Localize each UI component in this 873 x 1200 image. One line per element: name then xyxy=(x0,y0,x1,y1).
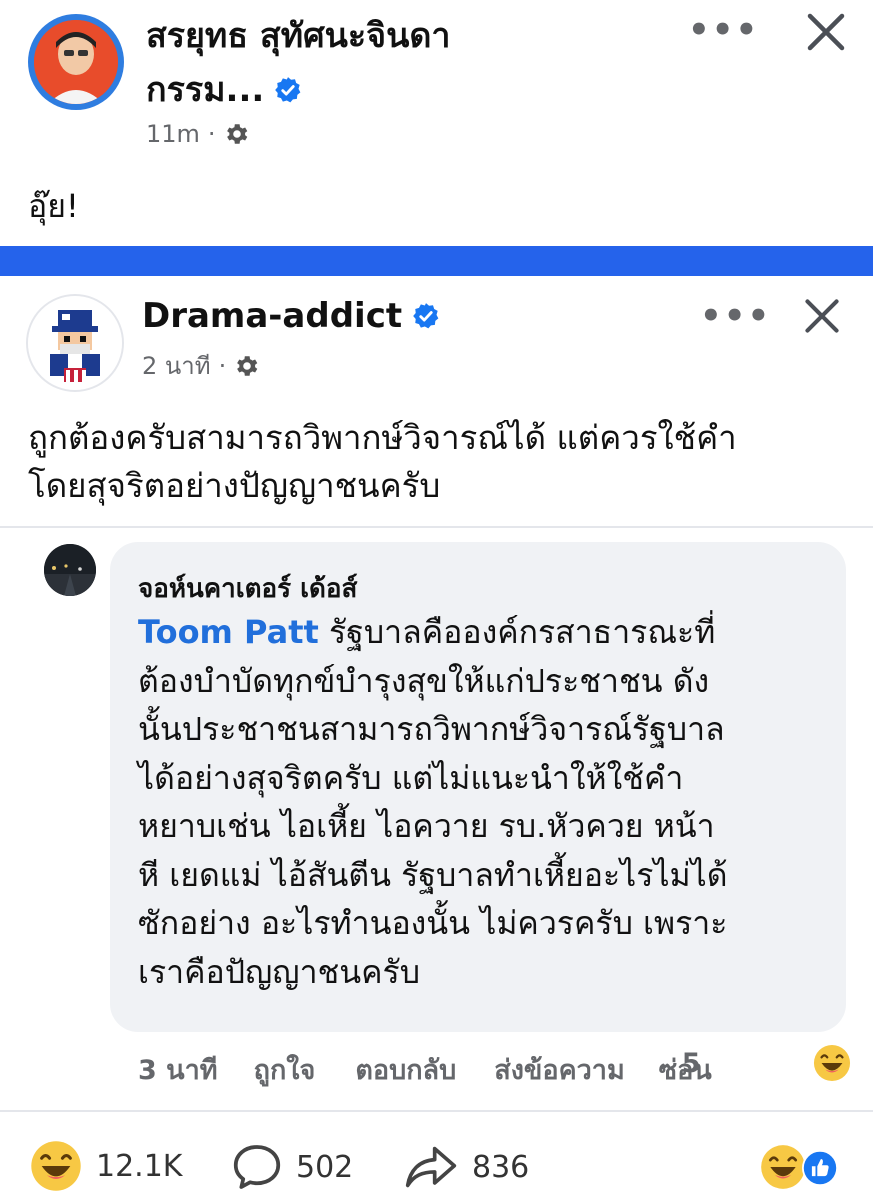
settings-gear-icon xyxy=(237,355,258,376)
meta-separator: · xyxy=(218,351,227,380)
post1-author-name-line2[interactable]: กรรม... xyxy=(146,68,302,112)
comment-send-message-button[interactable]: ส่งข้อความ xyxy=(494,1048,625,1091)
comment-mention-link[interactable]: Toom Patt xyxy=(138,613,319,651)
pixel-uncle-sam-icon xyxy=(28,296,122,390)
reactions-count: 12.1K xyxy=(96,1148,183,1184)
post1-timestamp[interactable]: 11m xyxy=(146,120,200,148)
comment-text: Toom Patt รัฐบาลคือองค์กรสาธารณะที่ ต้อง… xyxy=(138,608,838,996)
haha-reaction-icon xyxy=(31,1141,81,1191)
comment-author-name[interactable]: จอห์นคาเตอร์ เด้อส์ xyxy=(138,568,357,609)
post2-close-icon[interactable] xyxy=(802,296,842,336)
comment-actions: 3 นาที ถูกใจ ตอบกลับ ส่งข้อความ ซ่อน 5 xyxy=(138,1048,858,1091)
reacted-faces[interactable] xyxy=(760,1144,840,1192)
post1-author-truncated: กรรม... xyxy=(146,70,265,110)
post2-timestamp[interactable]: 2 นาที xyxy=(142,346,211,385)
comment-line: ซักอย่าง อะไรทำนองนั้น ไม่ควรครับ เพราะ xyxy=(138,904,728,942)
post2-meta: 2 นาที · xyxy=(142,346,260,385)
verified-badge-icon xyxy=(413,303,439,329)
accent-divider xyxy=(0,246,873,276)
post1-more-options-button[interactable]: ••• xyxy=(688,10,759,50)
post2-author-name[interactable]: Drama-addict xyxy=(142,294,402,338)
comment-reaction-count: 5 xyxy=(681,1048,701,1079)
verified-badge-icon xyxy=(275,77,301,103)
haha-reaction-icon xyxy=(761,1145,805,1189)
comment-timestamp[interactable]: 3 นาที xyxy=(138,1048,218,1091)
post2-author-row: Drama-addict xyxy=(142,294,440,338)
shares-count: 836 xyxy=(472,1149,530,1185)
comment-line: หี เยดแม่ ไอ้สันตีน รัฐบาลทำเหี้ยอะไรไม่… xyxy=(138,855,728,894)
share-arrow-icon xyxy=(405,1146,457,1188)
meta-separator: · xyxy=(207,120,216,148)
comment-button[interactable]: 502 xyxy=(232,1142,353,1192)
content-divider xyxy=(0,526,873,528)
comment-like-button[interactable]: ถูกใจ xyxy=(254,1048,316,1091)
post1-close-icon[interactable] xyxy=(804,10,848,54)
person-photo-icon xyxy=(34,20,118,104)
reactions-summary[interactable]: 12.1K xyxy=(30,1140,182,1192)
like-thumb-icon xyxy=(802,1150,838,1186)
comment-line: Toom Patt รัฐบาลคือองค์กรสาธารณะที่ xyxy=(138,608,838,657)
post2-avatar[interactable] xyxy=(26,294,124,392)
comment-line: ได้อย่างสุจริตครับ แต่ไม่แนะนำให้ใช้คำ xyxy=(138,758,684,797)
comments-count: 502 xyxy=(296,1149,354,1185)
post1-body: อุ๊ย! xyxy=(28,187,79,225)
night-road-photo-icon xyxy=(44,544,96,596)
post2-body-line: โดยสุจริตอย่างปัญญาชนครับ xyxy=(28,466,441,505)
post2-body-line: ถูกต้องครับสามารถวิพากษ์วิจารณ์ได้ แต่คว… xyxy=(28,418,737,457)
comment-line: ต้องบำบัดทุกข์บำรุงสุขให้แก่ประชาชน ดัง xyxy=(138,661,710,700)
post2-more-options-button[interactable]: ••• xyxy=(700,296,771,336)
comment-bubble-icon xyxy=(233,1145,281,1189)
post1-author-name[interactable]: สรยุทธ สุทัศนะจินดา xyxy=(146,14,451,58)
comment-line: หยาบเช่น ไอเหี้ย ไอควาย รบ.หัวควย หน้า xyxy=(138,807,715,845)
settings-gear-icon xyxy=(226,124,247,144)
comment-line: นั้นประชาชนสามารถวิพากษ์วิจารณ์รัฐบาล xyxy=(138,710,725,748)
comment-line: เราคือปัญญาชนครับ xyxy=(138,952,421,991)
post2-body: ถูกต้องครับสามารถวิพากษ์วิจารณ์ได้ แต่คว… xyxy=(28,414,858,510)
post1-avatar[interactable] xyxy=(28,14,124,110)
comment-line-text: รัฐบาลคือองค์กรสาธารณะที่ xyxy=(318,613,716,651)
haha-reaction-icon xyxy=(813,1044,851,1082)
footer-divider xyxy=(0,1110,873,1112)
comment-bubble[interactable]: จอห์นคาเตอร์ เด้อส์ Toom Patt รัฐบาลคืออ… xyxy=(110,542,846,1032)
commenter-avatar[interactable] xyxy=(44,544,96,596)
post1-meta: 11m · xyxy=(146,120,250,148)
comment-reply-button[interactable]: ตอบกลับ xyxy=(355,1048,456,1091)
share-button[interactable]: 836 xyxy=(404,1142,529,1192)
